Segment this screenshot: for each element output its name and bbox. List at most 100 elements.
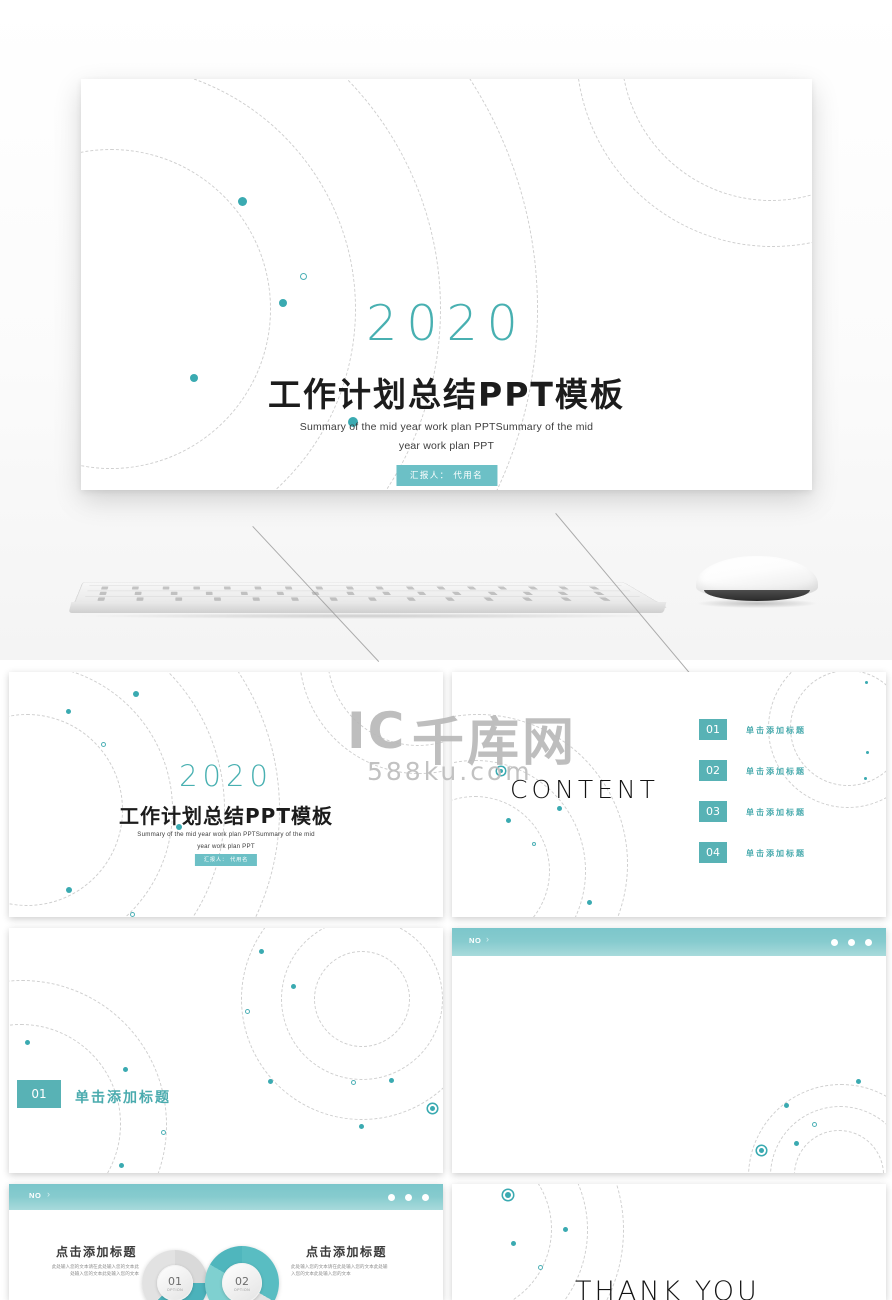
section-title[interactable]: 单击添加标题 <box>75 1087 171 1107</box>
slide-no-arrow-icon: › <box>47 1189 50 1199</box>
decor-arc <box>9 1116 37 1173</box>
decor-dot-ringed <box>759 1148 764 1153</box>
content-item-label-04[interactable]: 单击添加标题 <box>746 848 806 859</box>
option-right-title: 点击添加标题 <box>306 1245 388 1259</box>
window-dot[interactable] <box>422 1194 429 1201</box>
keyboard-key <box>466 586 477 590</box>
thumb-options-canvas: NO › 01 OPTION 02 OPTION 点击添加标题 此处输入您的文本… <box>9 1184 443 1300</box>
keyboard-key <box>134 591 143 596</box>
thumbnail-blank-no[interactable]: NO › <box>452 928 886 1173</box>
thumbnail-section[interactable]: 01 单击添加标题 <box>9 928 443 1173</box>
decor-dot <box>866 751 869 754</box>
keyboard-key <box>367 597 377 601</box>
slide-no-label: NO <box>29 1191 42 1200</box>
content-item-chip-01[interactable]: 01 <box>699 719 727 740</box>
section-chip[interactable]: 01 <box>17 1080 61 1108</box>
thumb-cover-presenter-badge: 汇报人： 代用名 <box>194 854 258 866</box>
option-caption-01: OPTION <box>166 1287 184 1292</box>
keyboard-key <box>276 591 284 596</box>
keyboard-key <box>381 591 391 596</box>
content-item-chip-04[interactable]: 04 <box>699 842 727 863</box>
content-item-label-03[interactable]: 单击添加标题 <box>746 807 806 818</box>
keyboard-illustration <box>66 556 674 620</box>
keyboard-key <box>240 591 249 596</box>
decor-dot <box>784 1103 789 1108</box>
content-item-chip-02[interactable]: 02 <box>699 760 727 781</box>
window-dot[interactable] <box>831 939 838 946</box>
mouse-shadow <box>698 599 816 608</box>
option-left-body-line-1: 此处输入您的文本请在此处输入您的文本此 <box>51 1264 139 1269</box>
option-hub-01: 01 OPTION <box>157 1265 193 1300</box>
decor-dot-hollow <box>532 842 536 846</box>
hero-slide[interactable]: 2020 工作计划总结PPT模板 Summary of the mid year… <box>81 79 812 490</box>
preview-canvas: 2020 工作计划总结PPT模板 Summary of the mid year… <box>0 0 892 1300</box>
decor-dot-hollow <box>351 1080 356 1085</box>
thumb-thanks-canvas: THANK YOU <box>452 1184 886 1300</box>
thumbnail-content[interactable]: CONTENT 01 单击添加标题 02 单击添加标题 03 单击添加标题 04… <box>452 672 886 917</box>
hero-subtitle-line-1: Summary of the mid year work plan PPTSum… <box>299 421 594 433</box>
keyboard-key <box>592 591 605 596</box>
option-caption-02: OPTION <box>233 1287 251 1292</box>
keyboard-key <box>254 586 262 590</box>
keyboard-key <box>497 586 508 590</box>
slide-header-bar: NO › <box>9 1184 443 1210</box>
keyboard-key <box>131 586 139 590</box>
keyboard-key <box>162 586 170 590</box>
keyboard-key <box>345 586 354 590</box>
decor-dot <box>511 1241 516 1246</box>
keyboard-key <box>314 586 323 590</box>
option-left-title: 点击添加标题 <box>56 1245 138 1259</box>
slide-header-bar: NO › <box>452 928 886 956</box>
keyboard-key <box>252 597 261 601</box>
keyboard-key <box>522 591 534 596</box>
decor-dot <box>865 681 868 684</box>
window-dot[interactable] <box>405 1194 412 1201</box>
thumb-cover-subtitle-line-1: Summary of the mid year work plan PPTSum… <box>137 831 315 838</box>
keyboard-key <box>136 597 144 601</box>
decor-dot <box>119 1163 124 1168</box>
content-item-label-02[interactable]: 单击添加标题 <box>746 766 806 777</box>
content-item-label-01[interactable]: 单击添加标题 <box>746 725 806 736</box>
keyboard-key <box>588 586 601 590</box>
thumbnail-cover[interactable]: 2020 工作计划总结PPT模板 Summary of the mid year… <box>9 672 443 917</box>
decor-arc <box>322 959 402 1039</box>
hero-year: 2020 <box>366 295 527 352</box>
keyboard-key <box>436 586 447 590</box>
decor-dot-hollow <box>812 1122 817 1127</box>
mouse-illustration <box>690 552 824 614</box>
thumb-content-canvas: CONTENT 01 单击添加标题 02 单击添加标题 03 单击添加标题 04… <box>452 672 886 917</box>
thanks-heading: THANK YOU <box>575 1276 760 1300</box>
decor-arc <box>326 672 443 753</box>
thumbnail-options[interactable]: NO › 01 OPTION 02 OPTION 点击添加标题 此处输入您的文本… <box>9 1184 443 1300</box>
decor-dot <box>563 1227 568 1232</box>
keyboard-key <box>170 591 178 596</box>
decor-dot <box>794 1141 799 1146</box>
decor-dot-ringed <box>505 1192 511 1198</box>
thumb-cover-canvas: 2020 工作计划总结PPT模板 Summary of the mid year… <box>9 672 443 917</box>
keyboard-key <box>205 591 213 596</box>
keyboard-key <box>284 586 293 590</box>
content-item-chip-03[interactable]: 03 <box>699 801 727 822</box>
keyboard-key <box>290 597 300 601</box>
keyboard-key <box>527 586 539 590</box>
thumb-cover-title: 工作计划总结PPT模板 <box>119 804 333 828</box>
option-number-02: 02 <box>235 1274 249 1288</box>
decor-dot <box>133 691 139 697</box>
content-item-number: 01 <box>706 723 720 736</box>
keyboard-key-row <box>85 596 641 597</box>
decor-arc <box>804 1140 874 1173</box>
window-dot[interactable] <box>865 939 872 946</box>
window-dot[interactable] <box>848 939 855 946</box>
thumb-cover-subtitle-line-2: year work plan PPT <box>197 843 255 850</box>
decor-dot <box>389 1078 394 1083</box>
thumb-cover-year: 2020 <box>179 759 273 793</box>
keyboard-key <box>329 597 339 601</box>
keyboard-key <box>406 586 416 590</box>
decor-ring <box>768 672 886 808</box>
keyboard-key <box>487 591 498 596</box>
keyboard-key <box>346 591 356 596</box>
window-dot[interactable] <box>388 1194 395 1201</box>
keyboard-key <box>521 597 533 601</box>
decor-dot <box>66 709 71 714</box>
thumbnail-thanks[interactable]: THANK YOU <box>452 1184 886 1300</box>
